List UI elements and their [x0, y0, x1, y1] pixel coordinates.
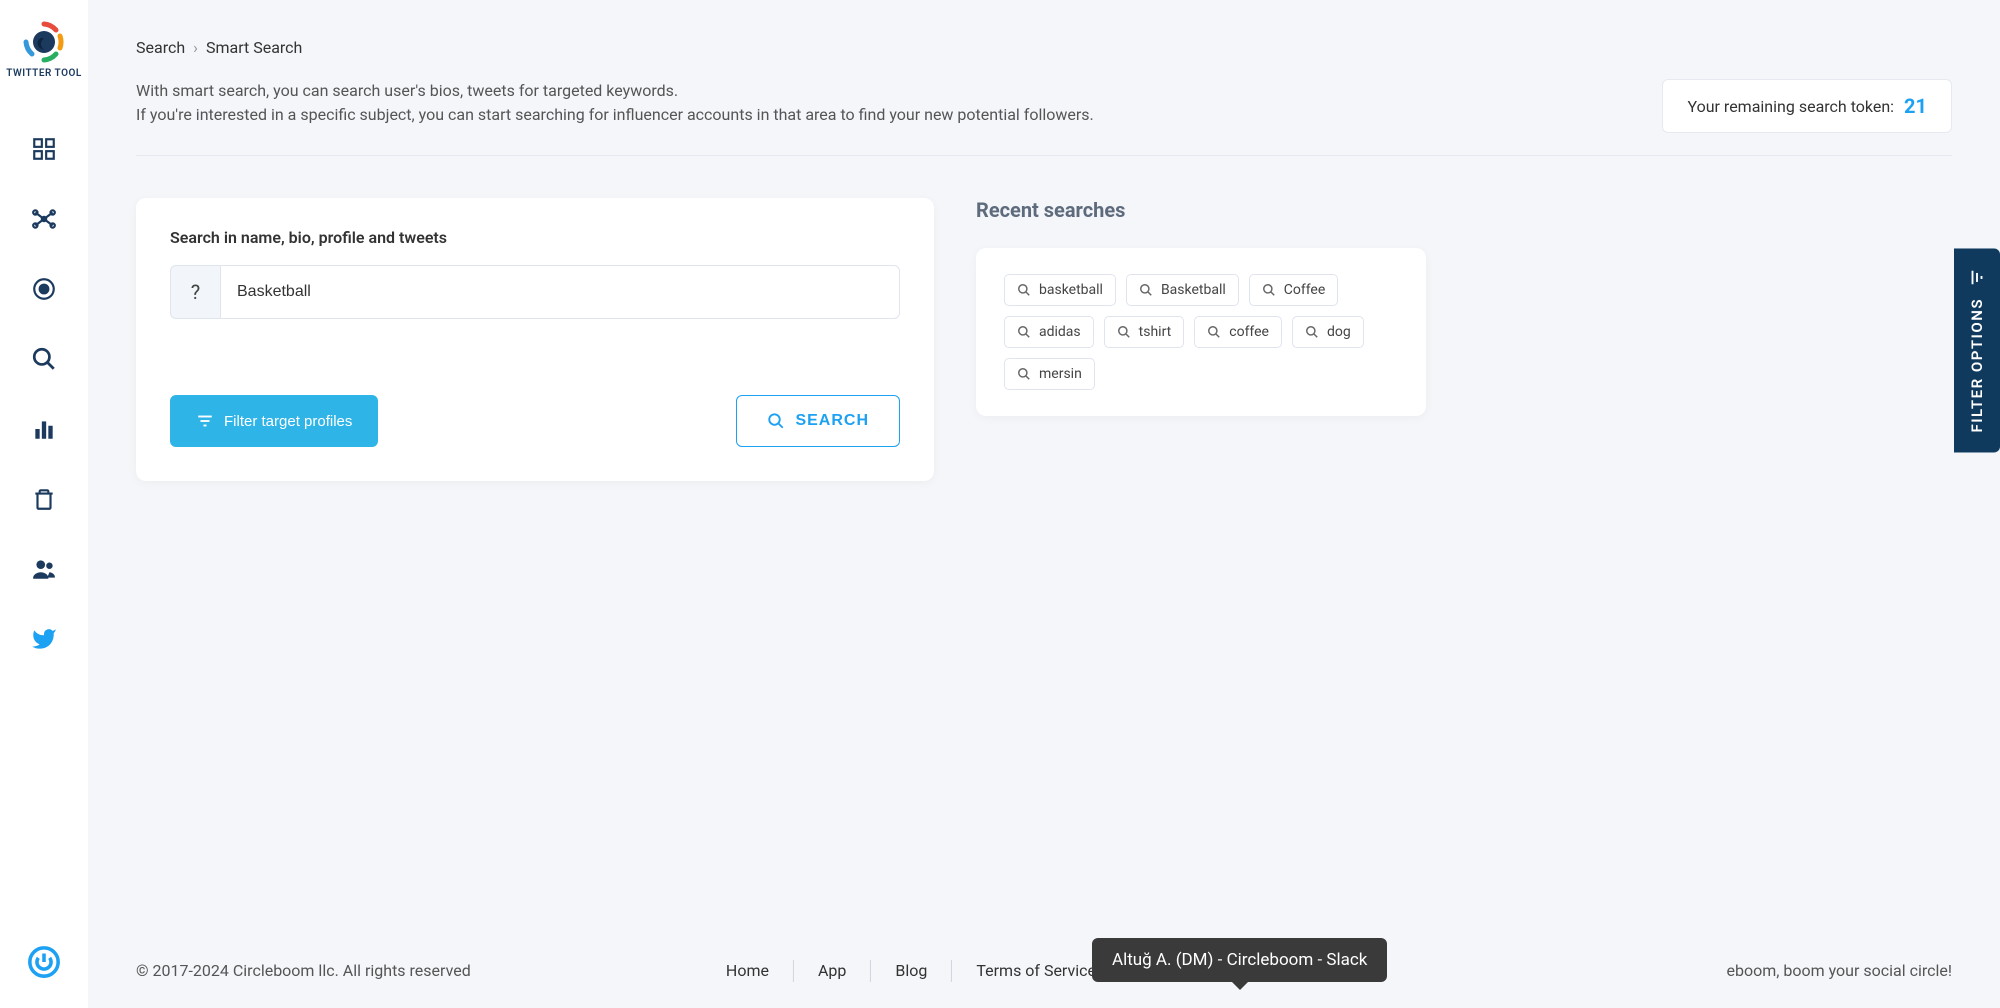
search-icon [1017, 283, 1031, 297]
footer-link[interactable]: Home [702, 961, 793, 980]
recent-tag[interactable]: adidas [1004, 316, 1094, 348]
logo-text: TWITTER TOOL [6, 68, 82, 79]
footer: © 2017-2024 Circleboom llc. All rights r… [88, 941, 2000, 1008]
network-icon [31, 206, 57, 232]
chevron-right-icon: › [193, 38, 198, 57]
recent-tag[interactable]: mersin [1004, 358, 1095, 390]
recent-searches-section: Recent searches basketball Basketball Coff… [976, 198, 1426, 416]
users-icon [31, 556, 57, 582]
nav-search[interactable] [26, 341, 62, 377]
power-icon [27, 945, 61, 979]
nav-dashboard[interactable] [26, 131, 62, 167]
divider [136, 155, 1952, 156]
main-content: Search › Smart Search With smart search,… [88, 0, 2000, 1008]
dashboard-icon [31, 136, 57, 162]
nav-analytics[interactable] [26, 411, 62, 447]
logo-icon [20, 18, 68, 66]
search-help-button[interactable]: ? [170, 265, 220, 319]
nav-network[interactable] [26, 201, 62, 237]
breadcrumb-current: Smart Search [206, 38, 302, 57]
analytics-icon [31, 416, 57, 442]
breadcrumb-parent[interactable]: Search [136, 38, 185, 57]
search-input[interactable] [220, 265, 900, 319]
recent-searches-card: basketball Basketball Coffee adidas tshirt co… [976, 248, 1426, 416]
filter-icon [196, 412, 214, 430]
search-icon [1139, 283, 1153, 297]
power-button[interactable] [26, 944, 62, 980]
recent-tag[interactable]: coffee [1194, 316, 1282, 348]
trash-icon [31, 486, 57, 512]
logo[interactable]: TWITTER TOOL [6, 18, 82, 79]
target-icon [31, 276, 57, 302]
footer-tagline: eboom, boom your social circle! [1726, 961, 1952, 980]
nav-trash[interactable] [26, 481, 62, 517]
search-card: Search in name, bio, profile and tweets … [136, 198, 934, 481]
filter-options-tab[interactable]: FILTER OPTIONS [1954, 248, 2000, 452]
filter-icon [1968, 268, 1986, 286]
search-icon [1017, 325, 1031, 339]
recent-tag[interactable]: basketball [1004, 274, 1116, 306]
sidebar: TWITTER TOOL [0, 0, 88, 1008]
search-button[interactable]: SEARCH [736, 395, 900, 447]
recent-title: Recent searches [976, 198, 1426, 222]
search-icon [1017, 367, 1031, 381]
nav-twitter[interactable] [26, 621, 62, 657]
twitter-icon [31, 626, 57, 652]
search-icon [1262, 283, 1276, 297]
search-label: Search in name, bio, profile and tweets [170, 228, 900, 247]
search-icon [1117, 325, 1131, 339]
search-icon [1207, 325, 1221, 339]
intro-text: With smart search, you can search user's… [136, 79, 1094, 127]
footer-link[interactable]: App [794, 961, 870, 980]
recent-tag[interactable]: tshirt [1104, 316, 1185, 348]
nav-users[interactable] [26, 551, 62, 587]
search-icon [31, 346, 57, 372]
notification-toast[interactable]: Altuğ A. (DM) - Circleboom - Slack [1092, 938, 1387, 982]
nav-target[interactable] [26, 271, 62, 307]
search-icon [767, 412, 785, 430]
search-icon [1305, 325, 1319, 339]
footer-link[interactable]: Blog [871, 961, 951, 980]
token-value: 21 [1904, 94, 1927, 118]
footer-copyright: © 2017-2024 Circleboom llc. All rights r… [136, 961, 471, 980]
token-box: Your remaining search token: 21 [1662, 79, 1952, 133]
recent-tag[interactable]: Basketball [1126, 274, 1239, 306]
breadcrumb: Search › Smart Search [136, 38, 1952, 57]
filter-profiles-button[interactable]: Filter target profiles [170, 395, 378, 447]
recent-tag[interactable]: Coffee [1249, 274, 1339, 306]
token-label: Your remaining search token: [1687, 97, 1894, 116]
recent-tag[interactable]: dog [1292, 316, 1364, 348]
